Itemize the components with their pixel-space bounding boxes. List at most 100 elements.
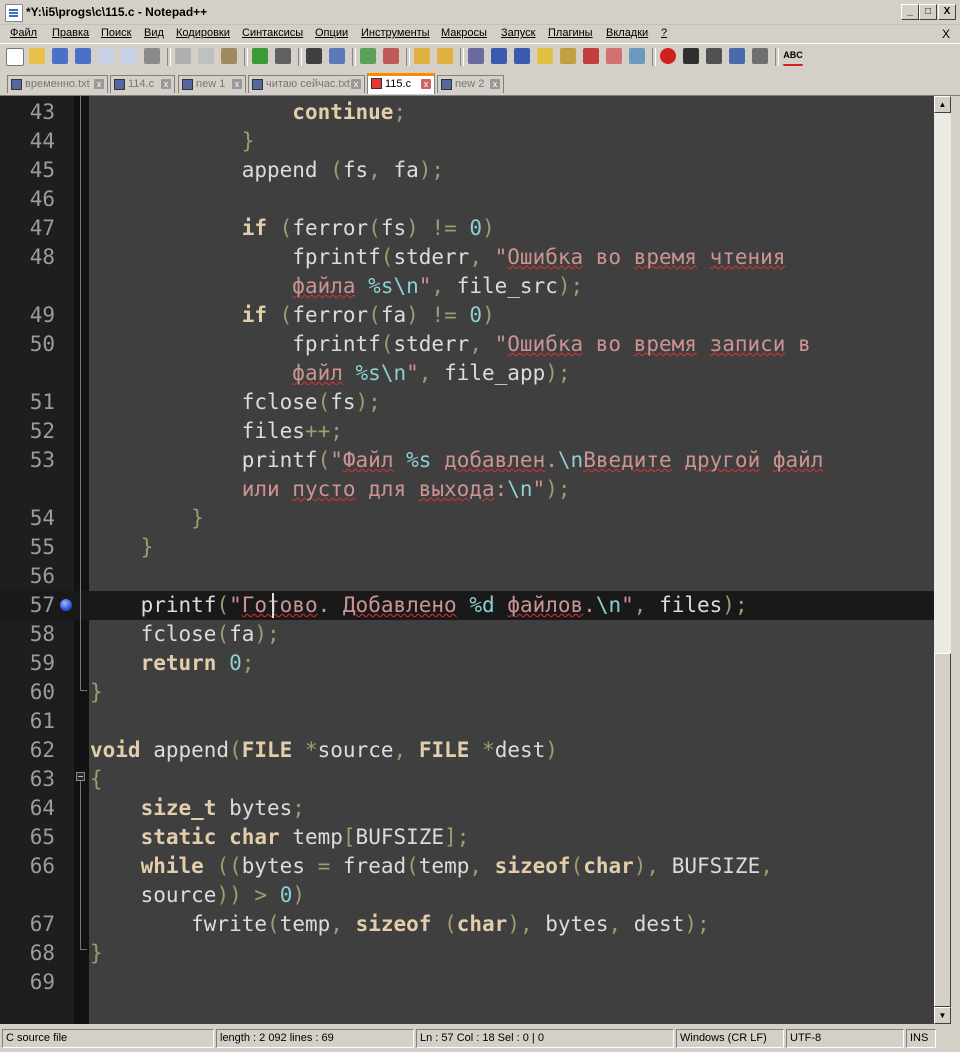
monitoring-eye-icon[interactable]: [629, 48, 645, 64]
minimize-button[interactable]: _: [901, 4, 919, 20]
fold-toggle-icon[interactable]: [76, 772, 85, 781]
tab-close-icon[interactable]: x: [94, 79, 104, 89]
code-line[interactable]: файла %s\n", file_src);: [0, 272, 934, 301]
code-line[interactable]: 56: [0, 562, 934, 591]
code-line[interactable]: 69: [0, 968, 934, 997]
code-line[interactable]: 63 {: [0, 765, 934, 794]
scrollbar-thumb[interactable]: [934, 653, 951, 1007]
spellcheck-icon[interactable]: ABC: [783, 48, 803, 66]
print-icon[interactable]: [144, 48, 160, 64]
code-line[interactable]: 58 fclose(fa);: [0, 620, 934, 649]
show-all-chars-icon[interactable]: [491, 48, 507, 64]
code-line[interactable]: 49 if (ferror(fa) != 0): [0, 301, 934, 330]
tab-close-icon[interactable]: x: [161, 79, 171, 89]
copy-icon[interactable]: [198, 48, 214, 64]
restore-button[interactable]: □: [919, 4, 937, 20]
menu-search[interactable]: Поиск: [101, 27, 131, 39]
code-line[interactable]: 66 while ((bytes = fread(temp, sizeof(ch…: [0, 852, 934, 881]
menu-options[interactable]: Опции: [315, 27, 348, 39]
menu-tools[interactable]: Инструменты: [361, 27, 430, 39]
menu-encoding[interactable]: Кодировки: [176, 27, 230, 39]
zoom-in-icon[interactable]: [360, 48, 376, 64]
menu-file[interactable]: Файл: [10, 27, 37, 39]
tab-115-c[interactable]: 115.c x: [367, 73, 435, 94]
bookmark-icon[interactable]: [60, 599, 72, 611]
stop-macro-icon[interactable]: [683, 48, 699, 64]
close-file-icon[interactable]: [98, 48, 114, 64]
code-line[interactable]: 47 if (ferror(fs) != 0): [0, 214, 934, 243]
code-line[interactable]: 51 fclose(fs);: [0, 388, 934, 417]
user-language-icon[interactable]: [537, 48, 553, 64]
code-editor[interactable]: 43 continue; 44 } 45 append (fs, fa); 46 47 …: [0, 96, 934, 1024]
status-insert-mode[interactable]: INS: [906, 1029, 936, 1048]
run-macro-multiple-icon[interactable]: [729, 48, 745, 64]
play-macro-icon[interactable]: [706, 48, 722, 64]
record-macro-icon[interactable]: [660, 48, 676, 64]
folder-workspace-icon[interactable]: [606, 48, 622, 64]
code-line[interactable]: 55 }: [0, 533, 934, 562]
code-line[interactable]: 52 files++;: [0, 417, 934, 446]
sync-vertical-icon[interactable]: [414, 48, 430, 64]
code-line[interactable]: 53 printf("Файл %s добавлен.\nВведите др…: [0, 446, 934, 475]
notepad-app-icon[interactable]: [5, 4, 23, 22]
undo-icon[interactable]: [252, 48, 268, 64]
menu-tabs[interactable]: Вкладки: [606, 27, 648, 39]
function-list-icon[interactable]: [583, 48, 599, 64]
tab-new-2[interactable]: new 2 x: [437, 75, 504, 93]
scroll-down-icon[interactable]: ▼: [934, 1007, 951, 1024]
code-line[interactable]: 60}: [0, 678, 934, 707]
close-window-button[interactable]: X: [938, 4, 956, 20]
tab-close-icon[interactable]: x: [421, 79, 431, 89]
redo-icon[interactable]: [275, 48, 291, 64]
menu-syntax[interactable]: Синтаксисы: [242, 27, 303, 39]
close-document-button[interactable]: X: [942, 27, 950, 41]
save-icon[interactable]: [52, 48, 68, 64]
code-line[interactable]: 45 append (fs, fa);: [0, 156, 934, 185]
save-macro-icon[interactable]: [752, 48, 768, 64]
code-line[interactable]: 64 size_t bytes;: [0, 794, 934, 823]
word-wrap-icon[interactable]: [468, 48, 484, 64]
tab-close-icon[interactable]: x: [490, 79, 500, 89]
code-line[interactable]: 68}: [0, 939, 934, 968]
cut-icon[interactable]: [175, 48, 191, 64]
tab-114-c[interactable]: 114.c x: [110, 75, 175, 93]
close-all-icon[interactable]: [121, 48, 137, 64]
code-line[interactable]: 57 printf("Готово. Добавлено %d файлов.\…: [0, 591, 934, 620]
code-line[interactable]: 46: [0, 185, 934, 214]
menu-macros[interactable]: Макросы: [441, 27, 487, 39]
code-line[interactable]: source)) > 0): [0, 881, 934, 910]
indent-guide-icon[interactable]: [514, 48, 530, 64]
menu-help[interactable]: ?: [661, 27, 667, 39]
code-line[interactable]: 65 static char temp[BUFSIZE];: [0, 823, 934, 852]
save-all-icon[interactable]: [75, 48, 91, 64]
replace-icon[interactable]: [329, 48, 345, 64]
document-map-icon[interactable]: [560, 48, 576, 64]
tab-close-icon[interactable]: x: [351, 79, 361, 89]
code-line[interactable]: 44 }: [0, 127, 934, 156]
menu-edit[interactable]: Правка: [52, 27, 89, 39]
status-encoding[interactable]: UTF-8: [786, 1029, 904, 1048]
code-line[interactable]: 43 continue;: [0, 98, 934, 127]
new-file-icon[interactable]: [6, 48, 24, 66]
tab-close-icon[interactable]: x: [232, 79, 242, 89]
scroll-up-icon[interactable]: ▲: [934, 96, 951, 113]
code-line[interactable]: 50 fprintf(stderr, "Ошибка во время запи…: [0, 330, 934, 359]
code-line[interactable]: или пусто для выхода:\n");: [0, 475, 934, 504]
tab-new-1[interactable]: new 1 x: [178, 75, 246, 93]
menu-view[interactable]: Вид: [144, 27, 164, 39]
code-line[interactable]: 59 return 0;: [0, 649, 934, 678]
vertical-scrollbar[interactable]: ▲ ▼: [934, 96, 951, 1024]
open-file-icon[interactable]: [29, 48, 45, 64]
paste-icon[interactable]: [221, 48, 237, 64]
code-line[interactable]: 54 }: [0, 504, 934, 533]
code-line[interactable]: 62 void append(FILE *source, FILE *dest): [0, 736, 934, 765]
code-line[interactable]: файл %s\n", file_app);: [0, 359, 934, 388]
code-line[interactable]: 61: [0, 707, 934, 736]
menu-run[interactable]: Запуск: [501, 27, 535, 39]
code-line[interactable]: 48 fprintf(stderr, "Ошибка во время чтен…: [0, 243, 934, 272]
status-eol[interactable]: Windows (CR LF): [676, 1029, 784, 1048]
tab-temp-txt[interactable]: временно.txt x: [7, 75, 108, 93]
code-line[interactable]: 67 fwrite(temp, sizeof (char), bytes, de…: [0, 910, 934, 939]
sync-horizontal-icon[interactable]: [437, 48, 453, 64]
find-icon[interactable]: [306, 48, 322, 64]
